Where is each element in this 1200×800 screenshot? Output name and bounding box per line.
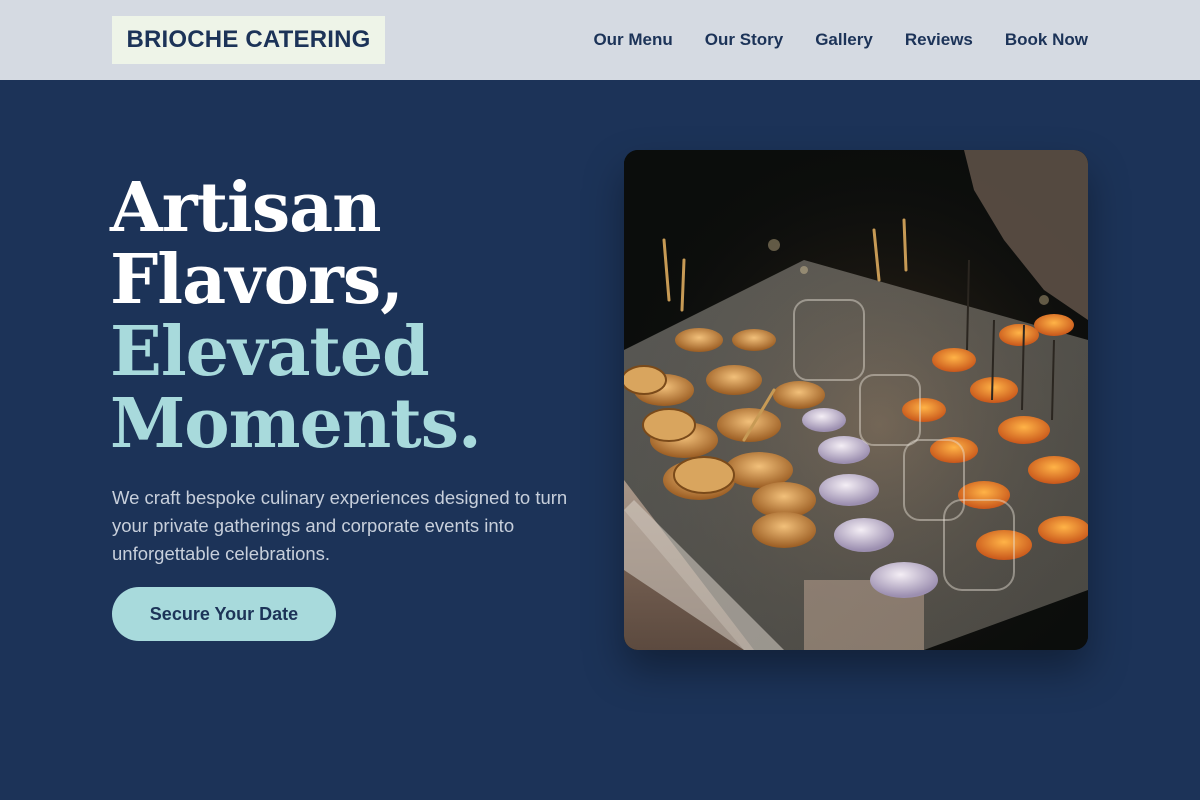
hero-title-line-3: Elevated [110,312,430,392]
nav-link-our-story[interactable]: Our Story [705,30,783,50]
hero-title-line-1: Artisan [110,168,382,248]
hero-title-line-4: Moments. [110,384,482,464]
top-navbar: BRIOCHE CATERING Our Menu Our Story Gall… [0,0,1200,80]
secure-date-button[interactable]: Secure Your Date [112,587,336,641]
hero-title-line-2: Flavors, [110,240,404,320]
catering-appetizers-photo [624,150,1088,650]
nav-link-book-now[interactable]: Book Now [1005,30,1088,50]
brand-logo[interactable]: BRIOCHE CATERING [112,16,385,64]
hero-description: We craft bespoke culinary experiences de… [112,487,568,564]
hero-title: Artisan Flavors, Elevated Moments. [110,172,590,460]
main-nav: Our Menu Our Story Gallery Reviews Book … [593,0,1088,80]
nav-link-gallery[interactable]: Gallery [815,30,873,50]
nav-link-reviews[interactable]: Reviews [905,30,973,50]
nav-link-our-menu[interactable]: Our Menu [593,30,672,50]
